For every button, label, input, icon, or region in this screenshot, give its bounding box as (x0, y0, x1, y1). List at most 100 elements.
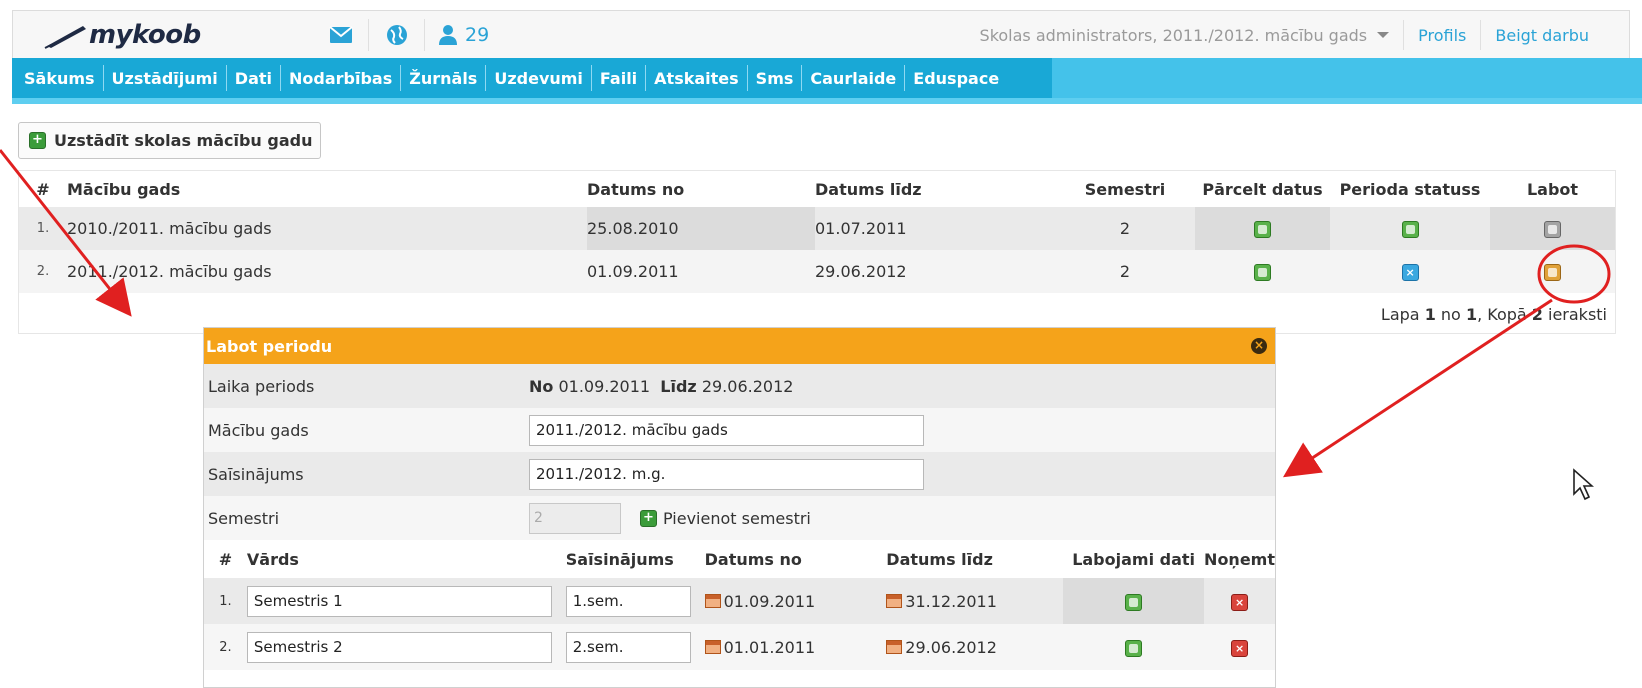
row-date-to: 29.06.2012 (815, 250, 1055, 293)
row-number: 2. (204, 624, 247, 670)
edit-period-dialog: Labot periodu × Laika periods No 01.09.2… (203, 327, 1276, 688)
dialog-title-bar: Labot periodu × (204, 328, 1275, 364)
school-year-label: Mācību gads (208, 420, 309, 440)
col-period-status: Perioda statuss (1339, 179, 1481, 199)
nav-item-eduspace[interactable]: Eduspace (905, 65, 1007, 91)
dialog-title: Labot periodu (206, 336, 333, 356)
remove-icon[interactable]: × (1231, 593, 1249, 611)
add-semester-label: Pievienot semestri (663, 508, 811, 528)
top-bar: mykoob 29 Skolas administrators, 2011./2… (12, 10, 1630, 58)
row-number: 1. (204, 578, 247, 624)
profile-link[interactable]: Profils (1404, 20, 1482, 50)
semesters-count-input: 2 (529, 502, 621, 534)
period-row: Laika periods No 01.09.2011 Līdz 29.06.2… (204, 364, 1275, 408)
status-active-icon[interactable]: × (1401, 264, 1419, 281)
globe-icon[interactable] (369, 19, 425, 51)
calendar-icon (886, 639, 903, 654)
col-remove: Noņemt (1204, 549, 1275, 569)
semesters-table: # Vārds Saīsinājums Datums no Datums līd… (204, 540, 1275, 670)
nav-item-files[interactable]: Faili (592, 65, 647, 91)
calendar-icon (704, 639, 721, 654)
nav-item-tasks[interactable]: Uzdevumi (486, 65, 592, 91)
semester-short-input[interactable]: 1.sem. (565, 585, 691, 617)
nav-item-sms[interactable]: Sms (748, 65, 803, 91)
users-icon[interactable]: 29 (425, 19, 505, 51)
col-number: # (36, 179, 50, 199)
row-number: 2. (19, 250, 67, 293)
semesters-label: Semestri (208, 508, 280, 528)
semester-row: 2. Semestris 2 2.sem. 01.01.2011 29.06.2… (204, 624, 1275, 670)
col-short-name: Saīsinājums (565, 549, 674, 569)
nav-item-journal[interactable]: Žurnāls (401, 65, 487, 91)
semester-short-input[interactable]: 2.sem. (565, 631, 691, 663)
row-date-from: 01.09.2011 (587, 250, 815, 293)
school-year-input[interactable]: 2011./2012. mācību gads (529, 414, 924, 446)
set-school-year-button[interactable]: + Uzstādīt skolas mācību gadu (18, 122, 321, 159)
pager-info: Lapa 1 no 1, Kopā 2 ieraksti (1380, 305, 1607, 324)
users-count: 29 (465, 24, 490, 46)
nav-item-pass[interactable]: Caurlaide (802, 65, 906, 91)
nav-item-data[interactable]: Dati (227, 65, 282, 91)
logout-link[interactable]: Beigt darbu (1481, 20, 1603, 50)
row-semesters: 2 (1055, 250, 1195, 293)
mail-icon[interactable] (313, 19, 369, 51)
edit-icon[interactable] (1544, 264, 1561, 281)
row-school-year: 2010./2011. mācību gads (67, 207, 587, 250)
col-semesters: Semestri (1084, 179, 1166, 199)
semesters-row: Semestri 2 + Pievienot semestri (204, 496, 1275, 540)
semester-date-to[interactable]: 31.12.2011 (886, 578, 1064, 624)
row-date-to: 01.07.2011 (815, 207, 1055, 250)
mouse-cursor-icon (1573, 468, 1594, 501)
col-editable-data: Labojami dati (1072, 549, 1196, 569)
semester-date-from[interactable]: 01.09.2011 (704, 578, 887, 624)
row-number: 1. (19, 207, 67, 250)
calendar-icon (886, 593, 903, 608)
set-school-year-label: Uzstādīt skolas mācību gadu (54, 131, 313, 150)
semester-date-to[interactable]: 29.06.2012 (886, 624, 1064, 670)
col-number: # (218, 549, 233, 569)
editable-data-icon[interactable] (1125, 593, 1143, 611)
row-semesters: 2 (1055, 207, 1195, 250)
transfer-data-icon[interactable] (1254, 264, 1271, 281)
col-school-year: Mācību gads (67, 179, 181, 199)
col-date-from: Datums no (704, 549, 802, 569)
period-label: Laika periods (208, 376, 315, 396)
col-transfer-data: Pārcelt datus (1202, 179, 1323, 199)
pen-icon (44, 26, 86, 49)
table-row: 1. 2010./2011. mācību gads 25.08.2010 01… (19, 207, 1615, 250)
semester-row: 1. Semestris 1 1.sem. 01.09.2011 31.12.2… (204, 578, 1275, 624)
col-edit: Labot (1526, 179, 1579, 199)
remove-icon[interactable]: × (1231, 639, 1249, 657)
short-name-input[interactable]: 2011./2012. m.g. (529, 458, 924, 490)
main-nav: Sākums Uzstādījumi Dati Nodarbības Žurnā… (12, 58, 1642, 104)
nav-item-reports[interactable]: Atskaites (646, 65, 748, 91)
col-date-from: Datums no (587, 179, 685, 199)
status-edit-icon[interactable] (1401, 221, 1419, 238)
col-date-to: Datums līdz (886, 549, 993, 569)
editable-data-icon[interactable] (1125, 639, 1143, 657)
plus-icon: + (640, 509, 657, 527)
semester-name-input[interactable]: Semestris 2 (246, 631, 552, 663)
logo-text: mykoob (89, 20, 201, 50)
school-years-table: # Mācību gads Datums no Datums līdz Seme… (18, 170, 1616, 334)
short-name-row: Saīsinājums 2011./2012. m.g. (204, 452, 1275, 496)
nav-item-home[interactable]: Sākums (16, 65, 104, 91)
plus-icon: + (29, 132, 46, 149)
role-label: Skolas administrators, 2011./2012. mācīb… (979, 25, 1368, 45)
role-select[interactable]: Skolas administrators, 2011./2012. mācīb… (980, 20, 1405, 50)
close-icon[interactable]: × (1251, 338, 1267, 354)
col-name: Vārds (246, 549, 299, 569)
row-school-year: 2011./2012. mācību gads (67, 250, 587, 293)
period-value: No 01.09.2011 Līdz 29.06.2012 (529, 376, 794, 396)
semester-date-from[interactable]: 01.01.2011 (704, 624, 887, 670)
add-semester-button[interactable]: + Pievienot semestri (640, 509, 811, 528)
edit-icon[interactable] (1544, 221, 1561, 238)
semester-name-input[interactable]: Semestris 1 (246, 585, 552, 617)
nav-item-settings[interactable]: Uzstādījumi (104, 65, 227, 91)
school-year-row: Mācību gads 2011./2012. mācību gads (204, 408, 1275, 452)
col-date-to: Datums līdz (815, 179, 922, 199)
transfer-data-icon[interactable] (1254, 221, 1271, 238)
chevron-down-icon (1377, 32, 1390, 38)
nav-item-lessons[interactable]: Nodarbības (281, 65, 402, 91)
logo[interactable]: mykoob (43, 17, 201, 53)
